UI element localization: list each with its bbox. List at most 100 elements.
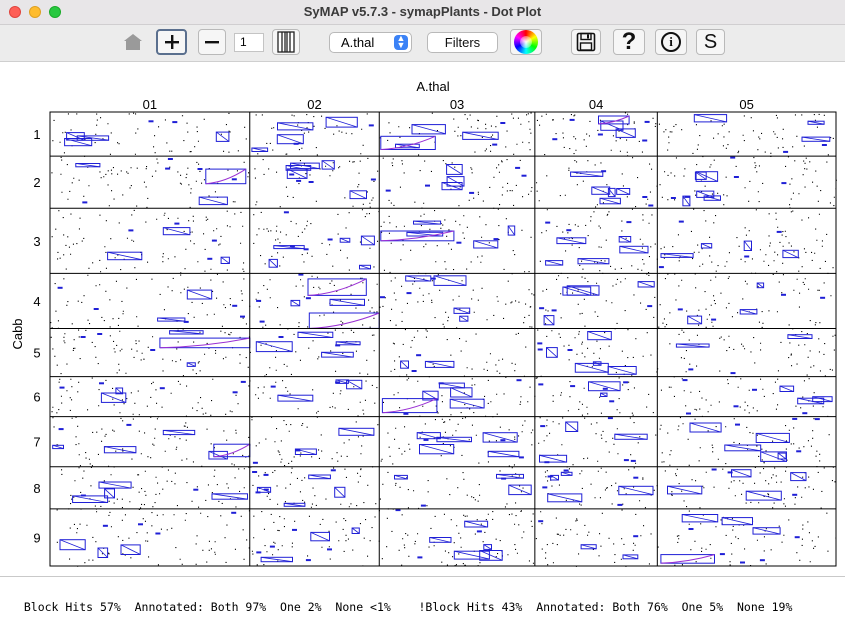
synteny-block-diagonal xyxy=(277,394,313,402)
hit-cluster xyxy=(174,222,180,225)
dot-plot-canvas[interactable]: A.thal Cabb 01 02 03 04 05 1 2 3 4 5 6 7 8 9 xyxy=(0,62,845,576)
synteny-block[interactable] xyxy=(205,168,247,185)
synteny-block-diagonal xyxy=(256,341,293,352)
reference-genome-select[interactable]: A.thal ▲ ▼ xyxy=(329,32,412,53)
hit-cluster xyxy=(58,428,64,431)
synteny-block-diagonal xyxy=(104,446,136,454)
synteny-block-diagonal xyxy=(616,188,630,195)
home-button[interactable] xyxy=(118,29,148,55)
synteny-block[interactable] xyxy=(307,278,367,296)
synteny-block-diagonal xyxy=(405,275,431,282)
synteny-block-diagonal xyxy=(446,176,465,187)
hit-cluster xyxy=(630,459,636,462)
help-button[interactable]: ? xyxy=(613,28,645,55)
synteny-block-diagonal xyxy=(72,495,108,503)
hit-cluster xyxy=(411,370,417,372)
hit-cluster xyxy=(102,524,108,527)
hit-cluster xyxy=(518,456,524,459)
zoom-out-button[interactable] xyxy=(198,29,226,55)
hit-cluster xyxy=(670,197,676,199)
synteny-block-diagonal xyxy=(746,490,782,501)
hit-cluster xyxy=(597,133,603,136)
question-mark-icon: ? xyxy=(621,28,637,55)
hit-cluster xyxy=(269,545,275,548)
synteny-block-diagonal xyxy=(325,116,358,128)
synteny-block-diagonal xyxy=(545,260,563,266)
toolbar: 1 A.thal ▲ ▼ Filters ? i S xyxy=(0,25,845,62)
y-chromosome-label: 8 xyxy=(33,481,40,496)
synteny-blocks[interactable] xyxy=(52,114,833,564)
hit-cluster xyxy=(289,173,295,176)
synteny-block-diagonal xyxy=(790,472,807,481)
synteny-block-diagonal xyxy=(310,532,330,542)
hit-cluster xyxy=(232,391,238,394)
hit-cluster xyxy=(711,318,717,321)
synteny-block-diagonal xyxy=(614,433,648,440)
hit-cluster xyxy=(240,380,246,383)
synteny-block-diagonal xyxy=(98,481,132,489)
synteny-block-diagonal xyxy=(580,544,597,550)
hit-cluster xyxy=(642,196,648,198)
synteny-block[interactable] xyxy=(159,337,251,349)
hit-cluster xyxy=(252,471,258,473)
hit-cluster xyxy=(537,342,543,345)
hit-cluster xyxy=(682,379,688,382)
filters-button[interactable]: Filters xyxy=(427,32,498,53)
hit-cluster xyxy=(150,349,156,351)
synteny-block-diagonal xyxy=(607,366,637,375)
synteny-block-diagonal xyxy=(361,235,375,246)
minus-icon xyxy=(205,41,219,44)
hit-cluster xyxy=(515,166,521,169)
synteny-block-diagonal xyxy=(329,298,365,306)
hit-cluster xyxy=(521,174,527,177)
zoom-level-field[interactable]: 1 xyxy=(234,33,264,52)
hit-cluster xyxy=(80,336,86,338)
dot-plot-area[interactable]: A.thal Cabb 01 02 03 04 05 1 2 3 4 5 6 7 8 9 xyxy=(0,62,845,576)
hit-cluster xyxy=(623,459,629,462)
synteny-block[interactable] xyxy=(381,398,438,414)
synteny-block-curve xyxy=(159,337,250,349)
y-chromosome-label: 5 xyxy=(33,346,40,361)
fit-to-window-button[interactable] xyxy=(272,29,300,55)
synteny-block-curve xyxy=(205,168,247,185)
y-chromosome-label: 6 xyxy=(33,390,40,405)
synteny-block-diagonal xyxy=(689,422,722,433)
hit-cluster xyxy=(232,304,238,307)
hit-cluster xyxy=(547,475,553,478)
synteny-block-diagonal xyxy=(464,520,488,528)
hit-cluster xyxy=(167,158,173,160)
hit-cluster xyxy=(688,528,694,530)
synteny-block[interactable] xyxy=(598,115,630,125)
synteny-block-diagonal xyxy=(419,444,454,455)
hit-dots xyxy=(50,112,837,567)
hit-cluster xyxy=(727,471,733,474)
synteny-block[interactable] xyxy=(213,443,251,458)
synteny-block-diagonal xyxy=(667,485,702,495)
hit-cluster xyxy=(781,182,787,185)
synteny-block-diagonal xyxy=(546,347,558,358)
hit-cluster xyxy=(820,296,826,299)
hit-cluster xyxy=(601,170,607,173)
synteny-block-curve xyxy=(598,115,630,125)
color-settings-button[interactable] xyxy=(510,29,542,55)
hit-cluster xyxy=(733,176,739,178)
hit-cluster xyxy=(566,229,572,232)
info-button[interactable]: i xyxy=(655,29,687,55)
synteny-block-diagonal xyxy=(488,450,519,458)
synteny-block-diagonal xyxy=(694,114,727,123)
hit-cluster xyxy=(776,230,782,233)
synteny-block-diagonal xyxy=(539,454,567,463)
hit-cluster xyxy=(283,211,289,214)
synteny-block-diagonal xyxy=(507,225,516,236)
hit-cluster xyxy=(602,387,608,390)
hit-cluster xyxy=(295,449,301,452)
statistics-button[interactable]: S xyxy=(696,29,725,55)
zoom-in-button[interactable] xyxy=(156,29,187,55)
synteny-block-curve xyxy=(213,443,251,458)
hit-cluster xyxy=(759,559,765,562)
synteny-block[interactable] xyxy=(660,554,716,564)
hit-cluster xyxy=(255,491,261,494)
hit-cluster xyxy=(569,118,575,121)
save-button[interactable] xyxy=(571,29,601,55)
hit-cluster xyxy=(126,423,132,426)
